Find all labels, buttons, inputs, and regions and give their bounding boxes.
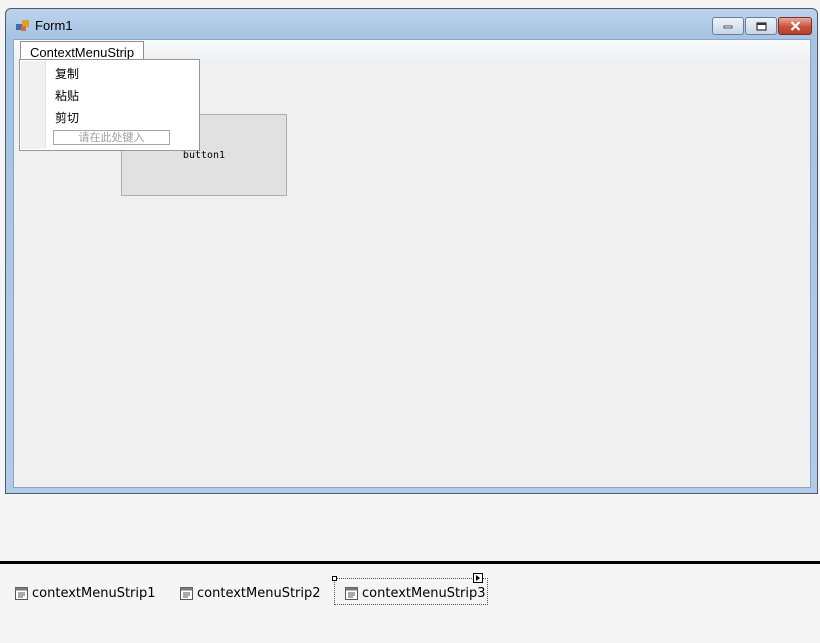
tray-item-contextmenustrip3[interactable]: contextMenuStrip3 [345, 583, 486, 603]
smart-tag-button[interactable] [473, 573, 483, 583]
tray-item-contextmenustrip1[interactable]: contextMenuStrip1 [15, 583, 156, 603]
selection-grip[interactable] [332, 576, 337, 581]
minimize-button[interactable] [712, 17, 744, 35]
tray-item-label: contextMenuStrip1 [32, 585, 156, 601]
button1-label: button1 [182, 149, 226, 161]
menu-item-copy[interactable]: 复制 [55, 65, 79, 82]
tray-item-contextmenustrip2[interactable]: contextMenuStrip2 [180, 583, 321, 603]
type-here-box[interactable]: 请在此处键入 [53, 130, 170, 145]
window-title: Form1 [35, 18, 73, 33]
menu-image-margin [21, 61, 46, 149]
close-button[interactable] [778, 17, 812, 35]
maximize-button[interactable] [745, 17, 777, 35]
form-icon [16, 20, 29, 31]
minimize-icon [723, 25, 733, 29]
maximize-icon [755, 21, 767, 31]
context-menu-dropdown[interactable]: 复制 粘贴 剪切 请在此处键入 [19, 59, 200, 151]
context-menu-icon [15, 586, 28, 600]
title-bar[interactable]: Form1 [6, 9, 817, 39]
smart-tag-arrow-icon [476, 575, 480, 581]
menu-item-paste[interactable]: 粘贴 [55, 87, 79, 104]
menu-item-cut[interactable]: 剪切 [55, 109, 79, 126]
tray-item-label: contextMenuStrip3 [362, 585, 486, 601]
context-menu-icon [180, 586, 193, 600]
component-tray[interactable]: contextMenuStrip1 contextMenuStrip2 cont… [0, 564, 820, 643]
close-icon [790, 21, 800, 31]
context-menu-icon [345, 586, 358, 600]
tray-item-label: contextMenuStrip2 [197, 585, 321, 601]
